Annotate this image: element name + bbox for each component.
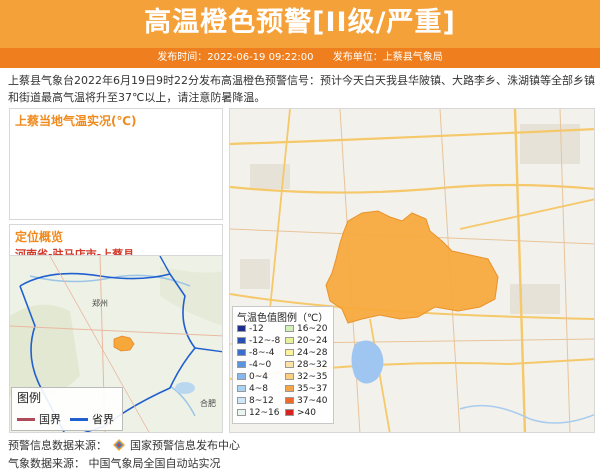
- legend-label: -8~-4: [249, 347, 275, 358]
- warning-title: 高温橙色预警[II级/严重]: [144, 7, 456, 38]
- place-label-hefei: 合肥: [200, 398, 216, 408]
- temperature-legend-title: 气温色值图例（℃）: [237, 313, 329, 324]
- legend-label: >40: [297, 407, 316, 418]
- legend-label: 32~35: [297, 371, 328, 382]
- legend-label: 12~16: [249, 407, 280, 418]
- warning-source-label: 预警信息数据来源：: [8, 439, 107, 452]
- legend-label: 20~24: [297, 335, 328, 346]
- legend-item: 12~16: [237, 407, 279, 418]
- legend-swatch: [237, 337, 246, 344]
- legend-label: -12~-8: [249, 335, 281, 346]
- legend-swatch: [237, 361, 246, 368]
- legend-item: 35~37: [285, 383, 327, 394]
- legend-swatch: [237, 325, 246, 332]
- legend-label: -12: [249, 323, 264, 334]
- legend-swatch: [285, 349, 294, 356]
- temperature-color-legend: 气温色值图例（℃） -12 -12~-8 -8~-4 -4~0 0~4 4~8 …: [232, 306, 334, 424]
- legend-label: 37~40: [297, 395, 328, 406]
- legend-item: 8~12: [237, 395, 274, 406]
- legend-item: 4~8: [237, 383, 268, 394]
- legend-item: 20~24: [285, 335, 327, 346]
- legend-swatch: [285, 409, 294, 416]
- legend-swatch: [285, 337, 294, 344]
- warning-description: 上蔡县气象台2022年6月19日9时22分发布高温橙色预警信号：预计今天白天我县…: [8, 74, 595, 104]
- legend-swatch: [237, 397, 246, 404]
- warning-source-link[interactable]: 国家预警信息发布中心: [130, 439, 240, 452]
- publisher: 发布单位：上蔡县气象局: [332, 52, 443, 63]
- legend-item: 28~32: [285, 359, 327, 370]
- legend-label: 0~4: [249, 371, 268, 382]
- national-border-swatch: [17, 417, 35, 421]
- provincial-border-label: 省界: [92, 413, 114, 426]
- mini-map-legend-title: 图例: [17, 391, 42, 405]
- legend-national-border: 国界: [17, 411, 61, 427]
- warning-meta-bar: 发布时间：2022-06-19 09:22:00 发布单位：上蔡县气象局: [0, 48, 600, 68]
- legend-label: -4~0: [249, 359, 272, 370]
- legend-swatch: [285, 397, 294, 404]
- weather-source-line: 气象数据来源： 中国气象局全国自动站实况: [8, 455, 221, 471]
- legend-swatch: [285, 373, 294, 380]
- provincial-border-swatch: [70, 417, 88, 421]
- legend-item: 32~35: [285, 371, 327, 382]
- legend-swatch: [237, 385, 246, 392]
- legend-swatch: [237, 349, 246, 356]
- legend-swatch: [237, 409, 246, 416]
- legend-item: -8~-4: [237, 347, 275, 358]
- legend-label: 8~12: [249, 395, 274, 406]
- legend-item: -12: [237, 323, 264, 334]
- weather-source-label: 气象数据来源：: [8, 457, 85, 470]
- legend-label: 35~37: [297, 383, 328, 394]
- temperature-panel-title: 上蔡当地气温实况(℃): [15, 114, 137, 128]
- legend-item: -4~0: [237, 359, 271, 370]
- legend-provincial-border: 省界: [70, 411, 114, 427]
- legend-item: >40: [285, 407, 316, 418]
- legend-item: 37~40: [285, 395, 327, 406]
- legend-item: -12~-8: [237, 335, 280, 346]
- location-panel-title: 定位概览: [15, 230, 64, 244]
- legend-swatch: [285, 385, 294, 392]
- legend-item: 16~20: [285, 323, 327, 334]
- legend-swatch: [285, 325, 294, 332]
- legend-label: 4~8: [249, 383, 268, 394]
- location-panel: 定位概览 河南省-驻马店市-上蔡县: [9, 224, 223, 261]
- publish-time: 发布时间：2022-06-19 09:22:00: [157, 52, 314, 63]
- temperature-panel: 上蔡当地气温实况(℃): [9, 108, 223, 220]
- legend-label: 24~28: [297, 347, 328, 358]
- warning-center-logo-icon: [112, 439, 125, 451]
- legend-swatch: [237, 373, 246, 380]
- weather-source-value: 中国气象局全国自动站实况: [88, 457, 221, 470]
- warning-source-line: 预警信息数据来源： 国家预警信息发布中心: [8, 437, 240, 453]
- mini-map-legend: 图例 国界 省界: [11, 387, 123, 431]
- legend-label: 16~20: [297, 323, 328, 334]
- national-border-label: 国界: [39, 413, 61, 426]
- legend-swatch: [285, 361, 294, 368]
- legend-item: 0~4: [237, 371, 268, 382]
- legend-item: 24~28: [285, 347, 327, 358]
- legend-label: 28~32: [297, 359, 328, 370]
- warning-header: 高温橙色预警[II级/严重] 发布时间：2022-06-19 09:22:00 …: [0, 0, 600, 68]
- place-label-zhengzhou: 郑州: [92, 298, 108, 308]
